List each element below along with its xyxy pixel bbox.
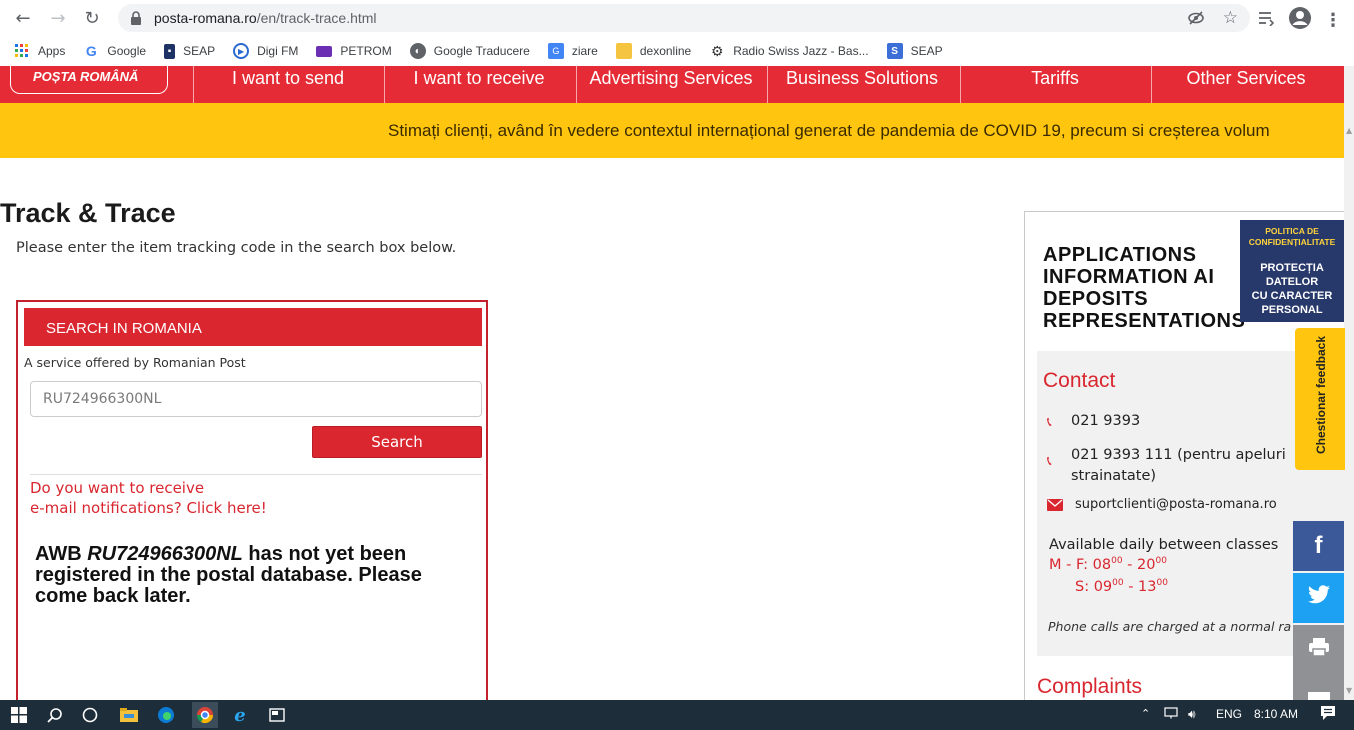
saturday-hours: S: 0900 - 1300 xyxy=(1075,578,1168,595)
email-share-button[interactable] xyxy=(1293,675,1344,706)
twitter-share-button[interactable] xyxy=(1293,573,1344,623)
printer-icon xyxy=(1308,636,1330,664)
page-subtitle: Please enter the item tracking code in t… xyxy=(16,240,457,256)
language-indicator[interactable]: ENG xyxy=(1216,707,1242,721)
file-explorer-icon[interactable] xyxy=(118,704,140,726)
posta-romana-logo[interactable]: POȘTA ROMÂNĂ xyxy=(10,66,168,94)
covid-announcement-ticker: Stimați clienți, având în vedere context… xyxy=(0,103,1344,158)
service-note: A service offered by Romanian Post xyxy=(24,355,246,370)
bookmark-dexonline[interactable]: dexonline xyxy=(615,43,691,59)
divider xyxy=(30,474,482,475)
clock[interactable]: 8:10 AM xyxy=(1254,707,1298,721)
back-icon[interactable]: ← xyxy=(10,5,36,31)
network-icon[interactable] xyxy=(1164,707,1178,722)
url-path: /en/track-trace.html xyxy=(256,10,377,26)
search-panel-header: SEARCH IN ROMANIA xyxy=(24,308,482,346)
bookmarks-bar: Apps G Google ▪ SEAP ▶ Digi FM PETROM ◐ Goog… xyxy=(0,36,1354,66)
facebook-share-button[interactable]: f xyxy=(1293,521,1344,571)
notifications-icon[interactable] xyxy=(1320,705,1336,724)
chrome-browser-icon[interactable] xyxy=(192,702,218,728)
tracking-code: RU724966300NL xyxy=(87,543,243,565)
windows-start-icon[interactable] xyxy=(8,704,30,726)
page-title: Track & Trace xyxy=(0,198,176,228)
show-hidden-icons-chevron-icon[interactable]: ⌃ xyxy=(1141,707,1150,720)
tracking-result-message: AWB RU724966300NL has not yet been regis… xyxy=(35,543,422,607)
nav-tariffs[interactable]: Tariffs xyxy=(960,68,1150,89)
s-logo-icon: S xyxy=(886,43,903,59)
menu-kebab-icon[interactable]: ⋮ xyxy=(1324,10,1342,31)
contact-phone-1[interactable]: 📞︎ 021 9393 xyxy=(1047,413,1140,430)
forward-icon[interactable]: → xyxy=(45,5,71,31)
privacy-policy-badge[interactable]: POLITICA DE CONFIDENȚIALITATE PROTECȚIA DA… xyxy=(1240,220,1344,322)
task-view-icon[interactable] xyxy=(79,704,101,726)
search-panel: SEARCH IN ROMANIA A service offered by R… xyxy=(16,300,488,710)
email-notification-link[interactable]: Do you want to receive e-mail notificati… xyxy=(30,478,267,518)
charges-note: Phone calls are charged at a normal ra xyxy=(1048,619,1292,634)
envelope-icon xyxy=(316,45,333,57)
reload-icon[interactable]: ↻ xyxy=(79,5,105,31)
weekday-hours: M - F: 0800 - 2000 xyxy=(1049,556,1167,573)
reading-list-icon[interactable] xyxy=(1258,10,1276,30)
envelope-icon xyxy=(1047,497,1075,515)
bookmark-google[interactable]: G Google xyxy=(83,43,146,59)
address-bar[interactable]: posta-romana.ro/en/track-trace.html ☆ xyxy=(118,4,1250,32)
availability-text: Available daily between classes xyxy=(1049,537,1279,553)
nav-advertising-services[interactable]: Advertising Services xyxy=(576,68,766,89)
feedback-survey-tab[interactable]: Chestionar feedback xyxy=(1295,328,1345,470)
bookmark-seap-2[interactable]: S SEAP xyxy=(886,43,943,59)
search-icon[interactable] xyxy=(44,704,66,726)
print-button[interactable] xyxy=(1293,625,1344,675)
scroll-up-arrow-icon[interactable]: ▲ xyxy=(1346,126,1352,135)
translate-icon: G xyxy=(547,43,564,59)
folder-icon xyxy=(615,43,632,59)
tracking-code-input[interactable]: RU724966300NL xyxy=(30,381,482,417)
site-navigation: POȘTA ROMÂNĂ I want to send I want to re… xyxy=(0,66,1344,103)
phone-icon: 📞︎ xyxy=(1047,415,1052,430)
eye-off-icon[interactable] xyxy=(1187,9,1205,31)
lock-icon xyxy=(130,11,144,25)
url-host: posta-romana.ro xyxy=(154,10,257,26)
volume-icon[interactable]: 🔊︎ xyxy=(1188,707,1196,722)
apps-grid-icon xyxy=(14,43,30,59)
browser-toolbar: ← → ↻ posta-romana.ro/en/track-trace.htm… xyxy=(0,0,1354,36)
complaints-title: Complaints xyxy=(1037,675,1143,698)
profile-avatar-icon[interactable] xyxy=(1288,6,1312,34)
contact-email[interactable]: suportclienti@posta-romana.ro xyxy=(1047,497,1277,515)
bookmark-apps[interactable]: Apps xyxy=(14,43,65,59)
scroll-down-arrow-icon[interactable]: ▼ xyxy=(1346,686,1352,695)
ticker-text: Stimați clienți, având în vedere context… xyxy=(388,121,1270,140)
phone-icon: 📞︎ xyxy=(1047,454,1052,469)
play-icon: ▶ xyxy=(233,43,250,59)
facebook-icon: f xyxy=(1314,532,1323,559)
nav-i-want-to-send[interactable]: I want to send xyxy=(193,68,383,89)
gear-icon: ⚙ xyxy=(710,42,724,59)
google-icon: G xyxy=(85,43,97,59)
page-scrollbar[interactable]: ▲ ▼ xyxy=(1344,66,1354,700)
bookmark-digi-fm[interactable]: ▶ Digi FM xyxy=(233,43,298,59)
bookmark-ziare[interactable]: Gziare xyxy=(547,43,598,59)
app-window-icon[interactable] xyxy=(266,704,288,726)
sidebar-heading: APPLICATIONS INFORMATION AI DEPOSITS REP… xyxy=(1043,244,1246,332)
edge-browser-icon[interactable] xyxy=(155,704,177,726)
nav-i-want-to-receive[interactable]: I want to receive xyxy=(384,68,574,89)
bookmark-google-translate[interactable]: ◐ Google Traducere xyxy=(409,43,530,59)
nav-other-services[interactable]: Other Services xyxy=(1151,68,1341,89)
internet-explorer-icon[interactable]: e xyxy=(229,704,251,726)
contact-title: Contact xyxy=(1043,369,1116,392)
bookmark-radio-swiss-jazz[interactable]: ⚙ Radio Swiss Jazz - Bas... xyxy=(709,42,869,59)
bookmark-seap[interactable]: ▪ SEAP xyxy=(164,43,215,59)
bookmark-petrom[interactable]: PETROM xyxy=(316,44,392,58)
globe-icon: ◐ xyxy=(409,43,426,59)
shield-icon: ▪ xyxy=(164,43,176,59)
search-button[interactable]: Search xyxy=(312,426,482,458)
contact-phone-2[interactable]: 📞︎ 021 9393 111 (pentru apeluri strainata… xyxy=(1047,445,1286,487)
star-icon[interactable]: ☆ xyxy=(1223,9,1238,31)
nav-business-solutions[interactable]: Business Solutions xyxy=(767,68,957,89)
windows-taskbar: e ⌃ 🔊︎ ENG 8:10 AM xyxy=(0,700,1354,730)
twitter-icon xyxy=(1307,584,1331,612)
